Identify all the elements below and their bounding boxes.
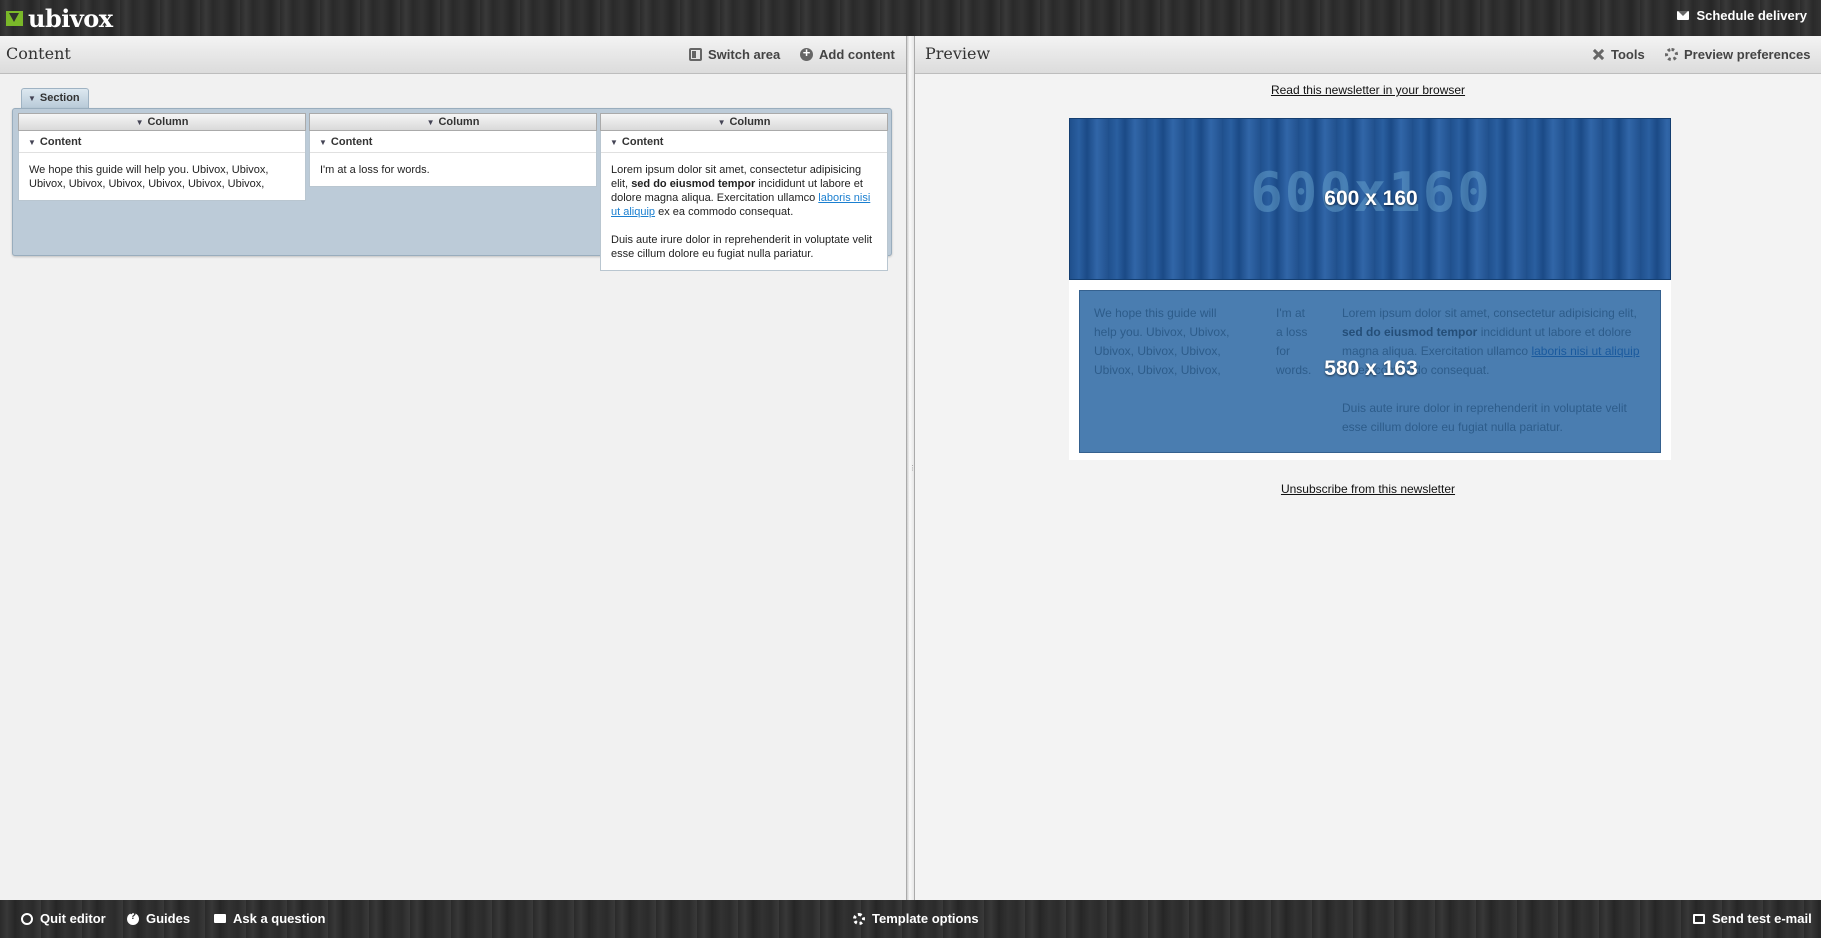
collapse-triangle-icon: ▼	[319, 138, 327, 147]
column-label: Column	[729, 116, 771, 128]
ask-question-button[interactable]: Ask a question	[214, 911, 325, 926]
gear-icon	[1665, 48, 1678, 61]
banner-size-label: 600 x 160	[1324, 187, 1418, 210]
tools-icon	[1592, 48, 1605, 61]
column-3: ▼ Column ▼ Content Lorem ipsum dolor sit a…	[600, 113, 888, 271]
preview-preferences-button[interactable]: Preview preferences	[1665, 47, 1810, 62]
preview-panel-title: Preview	[925, 44, 991, 63]
column-header[interactable]: ▼ Column	[600, 113, 888, 131]
text-run: ex ea commodo consequat.	[658, 206, 794, 218]
switch-area-label: Switch area	[708, 47, 781, 62]
schedule-delivery-label: Schedule delivery	[1696, 8, 1807, 23]
collapse-triangle-icon: ▼	[717, 118, 726, 127]
section-label: Section	[39, 92, 80, 104]
content-block-text[interactable]: Lorem ipsum dolor sit amet, consectetur …	[601, 153, 887, 270]
add-content-button[interactable]: Add content	[800, 45, 895, 62]
schedule-delivery-button[interactable]: Schedule delivery	[1677, 8, 1807, 23]
logo-text: ubivox	[28, 3, 113, 33]
question-icon	[127, 911, 139, 925]
content-block-label: Content	[330, 136, 373, 148]
content-block-text[interactable]: I'm at a loss for words.	[310, 153, 596, 186]
send-icon	[1693, 913, 1705, 924]
column-1: ▼ Column ▼ Content We hope this guide will…	[18, 113, 306, 201]
collapse-triangle-icon: ▼	[28, 138, 36, 147]
content-panel-title: Content	[6, 44, 71, 63]
collapse-triangle-icon: ▼	[610, 138, 618, 147]
power-icon	[21, 912, 33, 925]
plus-circle-icon	[800, 45, 813, 61]
read-in-browser-link[interactable]: Read this newsletter in your browser	[915, 83, 1821, 97]
bold-text: sed do eiusmod tempor	[1342, 325, 1478, 339]
paragraph: Duis aute irure dolor in reprehenderit i…	[611, 234, 873, 260]
ask-question-label: Ask a question	[233, 911, 326, 926]
content-block-label: Content	[621, 136, 664, 148]
paragraph: I'm at a loss for words.	[320, 164, 430, 176]
top-bar: ubivox Schedule delivery	[0, 0, 1821, 36]
column-header[interactable]: ▼ Column	[18, 113, 306, 131]
guides-button[interactable]: Guides	[127, 911, 190, 926]
grip-icon: ⋮	[909, 465, 916, 472]
content-size-label: 580 x 163	[1324, 357, 1418, 380]
preview-panel-header: Preview Tools Preview preferences	[915, 36, 1821, 74]
paragraph: Duis aute irure dolor in reprehenderit i…	[1342, 401, 1627, 434]
template-options-label: Template options	[872, 911, 979, 926]
content-block-header[interactable]: ▼ Content	[19, 131, 305, 153]
bold-text: sed do eiusmod tempor	[631, 178, 756, 190]
panel-resize-handle[interactable]: ⋮	[906, 36, 916, 900]
collapse-triangle-icon: ▼	[426, 118, 435, 127]
gear-icon	[853, 912, 865, 925]
section-box: ▼ Column ▼ Content We hope this guide will…	[12, 108, 892, 271]
bottom-bar: Quit editor Guides Ask a question Templa…	[0, 900, 1821, 938]
column-label: Column	[147, 116, 189, 128]
newsletter-preview: 600x160 600 x 160 We hope this guide wil…	[1069, 118, 1671, 460]
ubivox-logo[interactable]: ubivox	[6, 3, 113, 33]
column-header[interactable]: ▼ Column	[309, 113, 597, 131]
switch-area-button[interactable]: Switch area	[689, 47, 780, 62]
column-label: Column	[438, 116, 480, 128]
logo-mark-icon	[6, 10, 23, 26]
layout-icon	[689, 48, 702, 61]
preview-content-block[interactable]: We hope this guide will help you. Ubivox…	[1079, 290, 1661, 453]
add-content-label: Add content	[819, 47, 895, 62]
column-2: ▼ Column ▼ Content I'm at a loss for words…	[309, 113, 597, 187]
paragraph: Lorem ipsum dolor sit amet, consectetur …	[611, 163, 877, 219]
send-test-email-label: Send test e-mail	[1712, 911, 1812, 926]
quit-editor-label: Quit editor	[40, 911, 106, 926]
content-block-header[interactable]: ▼ Content	[310, 131, 596, 153]
quit-editor-button[interactable]: Quit editor	[21, 911, 106, 926]
content-block-header[interactable]: ▼ Content	[601, 131, 887, 153]
content-panel-header: Content Switch area Add content	[0, 36, 906, 74]
guides-label: Guides	[146, 911, 191, 926]
collapse-triangle-icon: ▼	[135, 118, 144, 127]
tools-label: Tools	[1611, 47, 1645, 62]
collapse-triangle-icon: ▼	[28, 94, 36, 103]
text-link[interactable]: laboris nisi ut aliquip	[1531, 344, 1639, 358]
preview-preferences-label: Preview preferences	[1684, 47, 1811, 62]
tools-button[interactable]: Tools	[1592, 47, 1645, 62]
envelope-icon	[1677, 11, 1690, 20]
content-block[interactable]: ▼ Content I'm at a loss for words.	[309, 131, 597, 187]
paragraph: We hope this guide will help you. Ubivox…	[29, 164, 269, 190]
send-test-email-button[interactable]: Send test e-mail	[1693, 911, 1812, 926]
content-block-text[interactable]: We hope this guide will help you. Ubivox…	[19, 153, 305, 200]
unsubscribe-link[interactable]: Unsubscribe from this newsletter	[915, 482, 1821, 496]
content-block[interactable]: ▼ Content We hope this guide will help yo…	[18, 131, 306, 201]
content-editor-area: ▼ Section ▼ Column ▼ Content We hope this g…	[0, 74, 906, 900]
content-block-label: Content	[39, 136, 82, 148]
section-tab[interactable]: ▼ Section	[21, 88, 89, 108]
text-run: Lorem ipsum dolor sit amet, consectetur …	[1342, 306, 1637, 320]
content-block[interactable]: ▼ Content Lorem ipsum dolor sit amet, con…	[600, 131, 888, 271]
banner-image-placeholder[interactable]: 600x160 600 x 160	[1069, 118, 1671, 280]
envelope-icon	[214, 914, 226, 923]
preview-area: Read this newsletter in your browser 600…	[915, 74, 1821, 900]
template-options-button[interactable]: Template options	[853, 911, 979, 926]
